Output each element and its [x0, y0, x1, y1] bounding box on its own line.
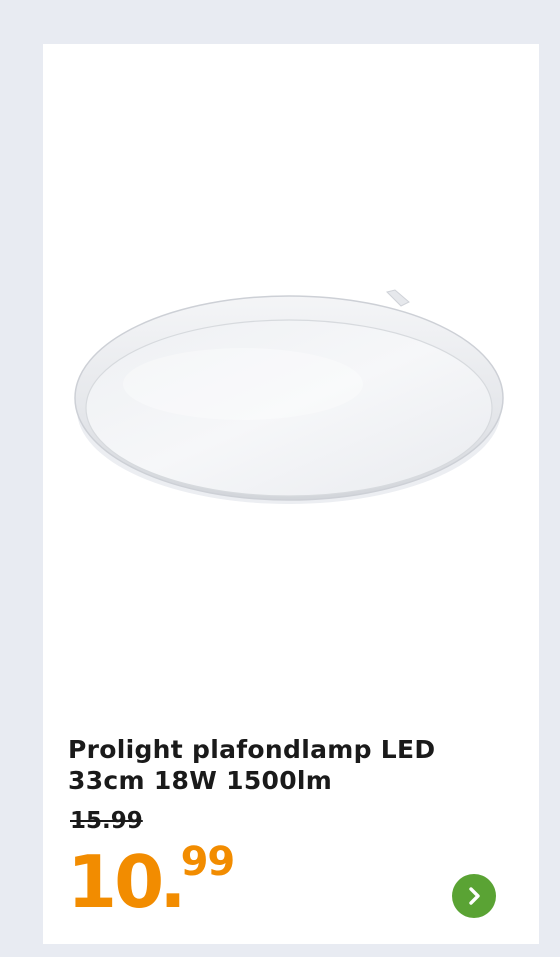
price-decimal: 99 [180, 839, 236, 885]
product-title-line1: Prolight plafondlamp LED [68, 735, 436, 764]
price-integer: 10 [67, 840, 164, 924]
product-card[interactable]: Prolight plafondlamp LED 33cm 18W 1500lm… [43, 44, 539, 944]
product-title-line2: 33cm 18W 1500lm [68, 766, 333, 795]
product-title[interactable]: Prolight plafondlamp LED 33cm 18W 1500lm [68, 734, 508, 796]
product-image[interactable] [43, 44, 539, 704]
old-price: 15.99 [70, 808, 143, 834]
next-button[interactable] [452, 874, 496, 918]
current-price: 10 . 99 [67, 834, 236, 934]
chevron-right-icon [469, 887, 480, 905]
